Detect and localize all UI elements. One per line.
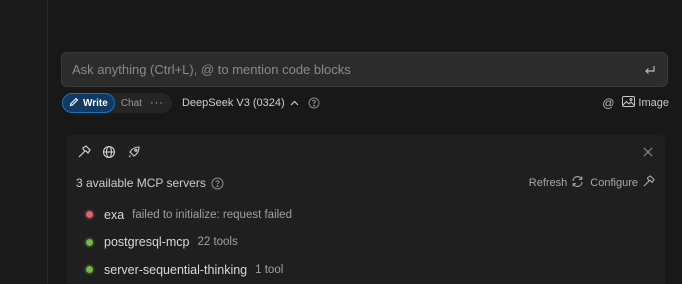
server-detail: 1 tool bbox=[255, 263, 284, 276]
hammer-icon bbox=[642, 175, 655, 191]
mcp-panel: 3 available MCP servers Refresh Configur… bbox=[66, 135, 665, 284]
model-selector[interactable]: DeepSeek V3 (0324) bbox=[182, 97, 320, 109]
configure-button[interactable]: Configure bbox=[590, 175, 655, 191]
model-name: DeepSeek V3 (0324) bbox=[181, 97, 285, 109]
hammer-icon[interactable] bbox=[76, 144, 92, 160]
chevron-up-icon bbox=[290, 97, 299, 109]
mode-toggle: Write Chat ··· bbox=[62, 93, 172, 113]
pencil-icon bbox=[69, 97, 79, 110]
mention-button[interactable]: @ bbox=[602, 96, 614, 110]
image-button[interactable]: Image bbox=[622, 96, 669, 110]
chat-toolbar: Write Chat ··· DeepSeek V3 (0324) @ Imag… bbox=[62, 92, 669, 114]
mcp-servers-count: 3 available MCP servers bbox=[76, 176, 206, 190]
refresh-icon bbox=[571, 175, 584, 191]
mcp-panel-tabs bbox=[66, 135, 665, 169]
rocket-icon[interactable] bbox=[126, 144, 142, 160]
chat-input-box[interactable] bbox=[61, 52, 668, 87]
image-icon bbox=[622, 96, 636, 110]
close-icon[interactable] bbox=[641, 145, 655, 159]
server-name: exa bbox=[104, 207, 125, 222]
server-name: server-sequential-thinking bbox=[104, 262, 248, 277]
mcp-servers-header: 3 available MCP servers Refresh Configur… bbox=[76, 175, 655, 191]
status-dot-ok bbox=[86, 266, 93, 274]
globe-icon[interactable] bbox=[101, 144, 117, 160]
server-name: postgresql-mcp bbox=[104, 235, 190, 250]
server-detail: 22 tools bbox=[197, 236, 238, 249]
chat-input[interactable] bbox=[72, 62, 643, 77]
enter-icon[interactable] bbox=[643, 63, 657, 77]
help-icon[interactable] bbox=[308, 97, 320, 109]
image-label: Image bbox=[638, 97, 669, 109]
status-dot-error bbox=[86, 211, 93, 219]
status-dot-ok bbox=[86, 238, 93, 246]
activity-bar bbox=[0, 0, 48, 284]
more-options-button[interactable]: ··· bbox=[148, 97, 172, 109]
refresh-label: Refresh bbox=[528, 177, 568, 189]
write-mode-button[interactable]: Write bbox=[62, 93, 115, 113]
refresh-button[interactable]: Refresh bbox=[529, 175, 585, 191]
server-detail: failed to initialize: request failed bbox=[132, 208, 292, 221]
chat-pane: Write Chat ··· DeepSeek V3 (0324) @ bbox=[49, 0, 682, 284]
list-item[interactable]: postgresql-mcp 22 tools bbox=[86, 229, 655, 257]
chat-mode-button[interactable]: Chat bbox=[115, 98, 148, 109]
write-mode-label: Write bbox=[83, 97, 108, 109]
list-item[interactable]: exa failed to initialize: request failed bbox=[86, 201, 655, 229]
list-item[interactable]: server-sequential-thinking 1 tool bbox=[86, 256, 655, 284]
configure-label: Configure bbox=[590, 177, 638, 189]
help-icon[interactable] bbox=[211, 177, 224, 190]
mcp-server-list: exa failed to initialize: request failed… bbox=[86, 201, 655, 284]
